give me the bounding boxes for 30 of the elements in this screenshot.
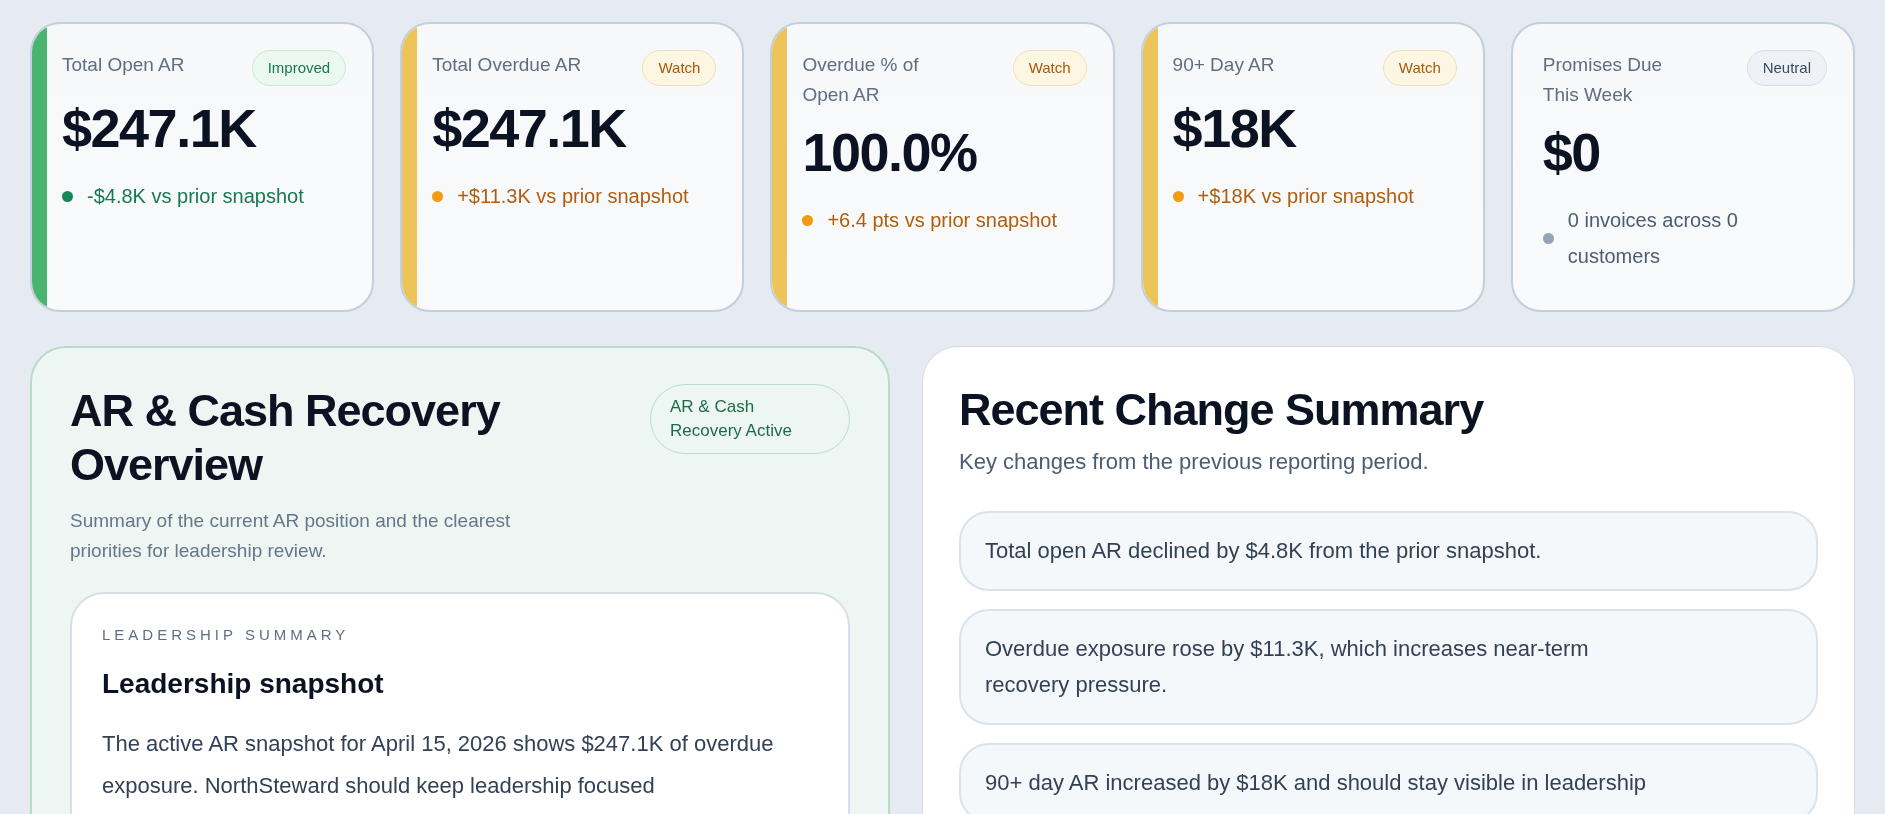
- card-heading: Leadership snapshot: [102, 666, 385, 701]
- delta-text: -$4.8K vs prior snapshot: [87, 184, 304, 209]
- status-badge: Neutral: [1746, 50, 1827, 86]
- panel-subtitle: Summary of the current AR position and the clearest priorities for leadership review.: [70, 509, 512, 563]
- panel-subtitle: Key changes from the previous reporting period.: [959, 448, 1430, 476]
- delta-text: +6.4 pts vs prior snapshot: [827, 208, 1057, 233]
- change-item: Total open AR declined by $4.8K from the prior snapshot.: [959, 511, 1818, 591]
- change-item: 90+ day AR increased by $18K and should stay visible in leadership: [959, 743, 1818, 814]
- card-label: 90+ Day AR: [1172, 53, 1275, 77]
- card-label: Promises Due This Week: [1542, 53, 1664, 107]
- kpi-value: $247.1K: [62, 97, 258, 160]
- kpi-value: $0: [1542, 121, 1601, 184]
- delta-text: 0 invoices across 0 customers: [1567, 208, 1739, 269]
- kpi-value: 100.0%: [802, 121, 978, 184]
- delta-text: +$18K vs prior snapshot: [1197, 184, 1414, 209]
- summary-paragraph: The active AR snapshot for April 15, 2026 shows $247.1K of overdue exposure. NorthSteward should keep leadership focused: [102, 729, 775, 800]
- card-label: Total Open AR: [62, 53, 185, 77]
- card-label: Overdue % of Open AR: [802, 53, 920, 107]
- panel-title: Recent Change Summary: [959, 383, 1485, 437]
- kpi-value: $247.1K: [432, 97, 628, 160]
- panel-title: AR & Cash Recovery Overview: [70, 384, 502, 492]
- eyebrow-label: LEADERSHIP SUMMARY: [102, 625, 351, 645]
- card-label: Total Overdue AR: [432, 53, 582, 77]
- status-badge: Watch: [1012, 50, 1087, 86]
- status-badge: Watch: [1382, 50, 1457, 86]
- delta-text: +$11.3K vs prior snapshot: [457, 184, 689, 209]
- change-item: Overdue exposure rose by $11.3K, which increases near-term recovery pressure.: [959, 609, 1818, 725]
- status-badge: Watch: [642, 50, 717, 86]
- status-badge: Improved: [251, 50, 347, 86]
- kpi-value: $18K: [1172, 97, 1298, 160]
